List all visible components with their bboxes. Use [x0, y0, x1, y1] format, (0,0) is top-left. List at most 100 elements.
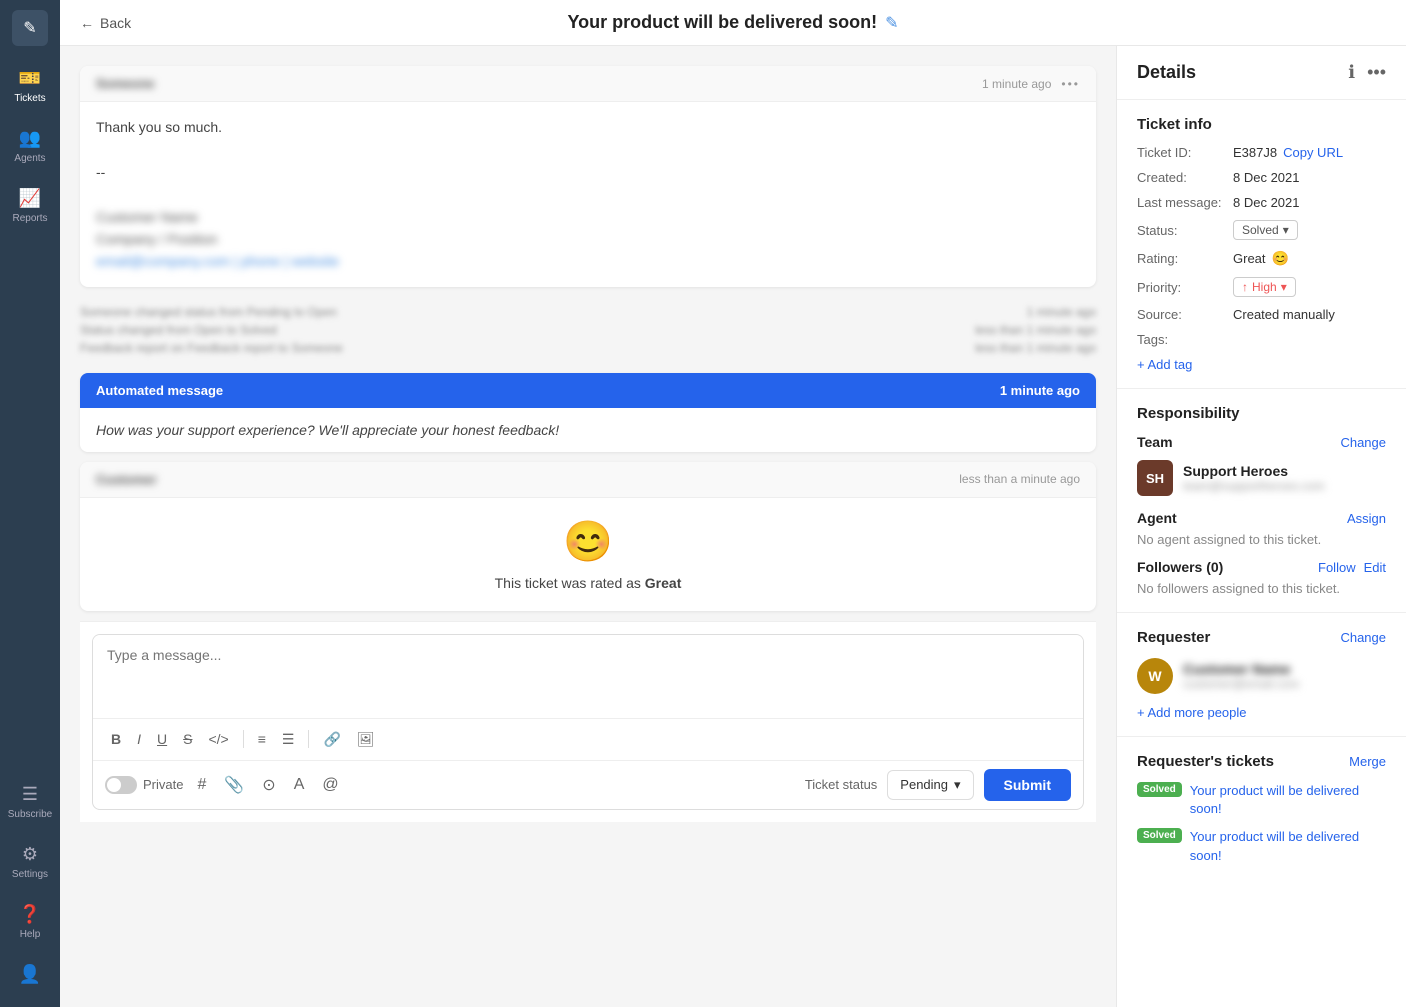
priority-value: High: [1252, 280, 1277, 294]
compose-input[interactable]: [93, 635, 1083, 715]
requester-change-button[interactable]: Change: [1340, 630, 1386, 645]
tickets-title: Requester's tickets: [1137, 753, 1274, 770]
requester-info: W Customer Name customer@email.com: [1137, 658, 1386, 694]
format-button[interactable]: A: [290, 772, 309, 798]
details-header: Details ℹ •••: [1117, 46, 1406, 100]
message-options-button[interactable]: •••: [1061, 77, 1080, 91]
tags-row: Tags:: [1137, 332, 1386, 347]
settings-icon: ⚙: [22, 844, 38, 865]
add-people-button[interactable]: + Add more people: [1137, 705, 1247, 720]
requester-tickets-section: Requester's tickets Merge Solved Your pr…: [1117, 737, 1406, 891]
add-tag-button[interactable]: + Add tag: [1137, 357, 1192, 372]
submit-button[interactable]: Submit: [984, 769, 1071, 801]
toggle-switch[interactable]: [105, 776, 137, 794]
ticket-link[interactable]: Your product will be delivered soon!: [1190, 828, 1386, 864]
message-card: Someone 1 minute ago ••• Thank you so mu…: [80, 66, 1096, 287]
attachment-button[interactable]: 📎: [220, 771, 248, 799]
ordered-list-button[interactable]: ≡: [252, 727, 272, 751]
subscribe-icon: ☰: [22, 784, 38, 805]
rating-body: 😊 This ticket was rated as Great: [80, 498, 1096, 611]
info-icon[interactable]: ℹ: [1348, 62, 1355, 83]
status-badge-value: Solved: [1242, 223, 1279, 237]
agent-assign-button[interactable]: Assign: [1347, 511, 1386, 526]
compose-footer: Private # 📎 ⊙ A @ Ticket status Pending: [93, 760, 1083, 809]
requester-title: Requester: [1137, 629, 1210, 646]
follow-button[interactable]: Follow: [1318, 560, 1356, 575]
activity-text: Someone changed status from Pending to O…: [80, 305, 337, 319]
link-button[interactable]: 🔗: [317, 727, 346, 752]
sidebar: ✎ 🎫 Tickets 👥 Agents 📈 Reports ☰ Subscri…: [0, 0, 60, 1007]
image-button[interactable]: 🖼: [351, 727, 381, 752]
requester-header: Requester Change: [1137, 629, 1386, 646]
sidebar-item-label: Settings: [12, 869, 48, 880]
team-label: Team: [1137, 434, 1173, 450]
tickets-icon: 🎫: [19, 68, 41, 89]
sidebar-item-label: Reports: [12, 213, 47, 224]
unordered-list-button[interactable]: ☰: [276, 727, 301, 752]
team-row: Team Change: [1137, 434, 1386, 450]
activity-time: 1 minute ago: [1027, 305, 1096, 319]
private-toggle[interactable]: Private: [105, 776, 183, 794]
edit-followers-button[interactable]: Edit: [1364, 560, 1386, 575]
details-icons: ℹ •••: [1348, 62, 1386, 83]
messages-panel: Someone 1 minute ago ••• Thank you so mu…: [60, 46, 1116, 1007]
chevron-down-icon: ▾: [954, 777, 961, 793]
bold-button[interactable]: B: [105, 727, 127, 751]
more-options-icon[interactable]: •••: [1367, 62, 1386, 83]
automated-label: Automated message: [96, 383, 223, 398]
chevron-down-icon: ▾: [1281, 280, 1287, 294]
code-button[interactable]: </>: [202, 727, 234, 751]
sidebar-item-agents[interactable]: 👥 Agents: [0, 116, 60, 176]
underline-button[interactable]: U: [151, 727, 173, 751]
team-name: Support Heroes: [1183, 463, 1325, 479]
message-meta: 1 minute ago •••: [982, 77, 1080, 91]
rating-time: less than a minute ago: [959, 472, 1080, 486]
sidebar-item-reports[interactable]: 📈 Reports: [0, 176, 60, 236]
copy-url-link[interactable]: Copy URL: [1283, 145, 1343, 160]
mention-button[interactable]: ⊙: [258, 771, 279, 799]
solved-badge: Solved: [1137, 828, 1182, 843]
main-area: ← Back Your product will be delivered so…: [60, 0, 1406, 1007]
source-row: Source: Created manually: [1137, 307, 1386, 322]
sidebar-item-settings[interactable]: ⚙ Settings: [8, 832, 52, 892]
ticket-id-value: E387J8: [1233, 145, 1277, 160]
sidebar-item-tickets[interactable]: 🎫 Tickets: [0, 56, 60, 116]
profile-icon: 👤: [19, 964, 41, 985]
ticket-id-label: Ticket ID:: [1137, 145, 1227, 160]
merge-button[interactable]: Merge: [1349, 754, 1386, 769]
reports-icon: 📈: [19, 188, 41, 209]
team-info: SH Support Heroes team@supportheroes.com: [1137, 460, 1386, 496]
back-label: Back: [100, 15, 131, 31]
message-sender: Someone: [96, 76, 155, 91]
tags-label: Tags:: [1137, 332, 1227, 347]
sidebar-logo[interactable]: ✎: [12, 10, 48, 46]
team-change-button[interactable]: Change: [1340, 435, 1386, 450]
details-panel: Details ℹ ••• Ticket info Ticket ID: E38…: [1116, 46, 1406, 1007]
followers-actions: Follow Edit: [1318, 560, 1386, 575]
sidebar-item-subscribe[interactable]: ☰ Subscribe: [8, 772, 52, 832]
activity-log: Someone changed status from Pending to O…: [80, 297, 1096, 363]
message-blurred-name: Customer Name: [96, 206, 1080, 228]
message-time: 1 minute ago: [982, 77, 1051, 91]
sidebar-item-help[interactable]: ❓ Help: [8, 892, 52, 952]
rating-value: Great: [1233, 251, 1266, 266]
ticket-status-label: Ticket status: [805, 777, 877, 792]
hashtag-button[interactable]: #: [193, 772, 210, 798]
message-blurred-company: Company / Position: [96, 228, 1080, 250]
activity-time: less than 1 minute ago: [975, 323, 1096, 337]
emoji-button[interactable]: @: [318, 772, 342, 798]
priority-badge[interactable]: ↑ High ▾: [1233, 277, 1296, 297]
rating-emoji: 😊: [1272, 250, 1289, 267]
activity-text: Feedback report on Feedback report to So…: [80, 341, 343, 355]
strikethrough-button[interactable]: S: [177, 727, 198, 751]
status-badge[interactable]: Solved ▾: [1233, 220, 1298, 240]
agents-icon: 👥: [19, 128, 41, 149]
status-select[interactable]: Pending ▾: [887, 770, 973, 800]
sidebar-item-profile[interactable]: 👤: [8, 952, 52, 997]
italic-button[interactable]: I: [131, 727, 147, 751]
ticket-link[interactable]: Your product will be delivered soon!: [1190, 782, 1386, 818]
rating-sender: Customer: [96, 472, 157, 487]
activity-item: Feedback report on Feedback report to So…: [80, 341, 1096, 355]
back-button[interactable]: ← Back: [80, 15, 131, 31]
edit-icon[interactable]: ✎: [885, 13, 898, 33]
